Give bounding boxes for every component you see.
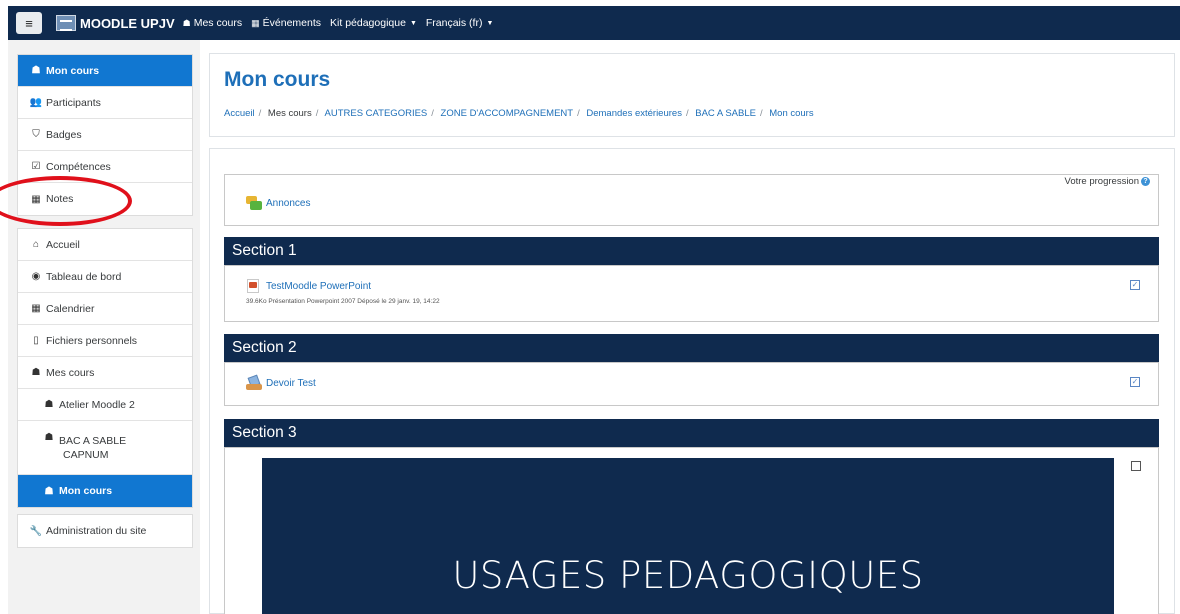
breadcrumb-zone-accompagnement[interactable]: ZONE D'ACCOMPAGNEMENT	[441, 108, 574, 119]
question-circle-icon[interactable]: ?	[1141, 177, 1150, 186]
nav-mes-cours[interactable]: ☗ Mes cours	[183, 17, 243, 29]
activity-annonces[interactable]: Annonces	[246, 196, 310, 210]
breadcrumb-accueil[interactable]: Accueil	[224, 108, 255, 119]
language-dropdown[interactable]: Français (fr) ▼	[426, 17, 494, 29]
drawer-item-badges[interactable]: ⛉ Badges	[18, 119, 192, 151]
course-nav-group: ☗ Mon cours 👥 Participants ⛉ Badges ☑ Co…	[17, 54, 193, 216]
graduation-cap-icon: ☗	[44, 432, 54, 443]
drawer-item-mon-cours-current[interactable]: ☗ Mon cours	[18, 475, 192, 507]
drawer-item-mes-cours[interactable]: ☗ Mes cours	[18, 357, 192, 389]
nav-evenements[interactable]: ▦ Événements	[251, 17, 321, 29]
drawer-item-fichiers-personnels[interactable]: ▯ Fichiers personnels	[18, 325, 192, 357]
section-1-header: Section 1	[224, 237, 1159, 265]
admin-group: 🔧 Administration du site	[17, 514, 193, 548]
breadcrumb-demandes-exterieures[interactable]: Demandes extérieures	[586, 108, 682, 119]
caret-down-icon: ▼	[486, 19, 494, 27]
breadcrumb: Accueil / Mes cours / AUTRES CATEGORIES / Z…	[224, 108, 814, 119]
course-intro-box	[224, 174, 1159, 226]
drawer-item-accueil[interactable]: ⌂ Accueil	[18, 229, 192, 261]
graduation-cap-icon: ☗	[182, 17, 191, 28]
graduation-cap-icon: ☗	[44, 399, 54, 410]
drawer-item-tableau-de-bord[interactable]: ◉ Tableau de bord	[18, 261, 192, 293]
progress-label: Votre progression ?	[1065, 176, 1150, 187]
section-1-content	[224, 265, 1159, 322]
caret-down-icon: ▼	[409, 19, 417, 27]
breadcrumb-mon-cours[interactable]: Mon cours	[769, 108, 813, 119]
banner-text: USAGES PEDAGOGIQUES	[452, 554, 924, 597]
graduation-cap-icon: ☗	[31, 65, 41, 76]
dashboard-icon: ◉	[31, 271, 41, 282]
check-square-icon: ☑	[31, 161, 41, 172]
assignment-icon	[246, 374, 262, 390]
drawer-item-participants[interactable]: 👥 Participants	[18, 87, 192, 119]
wrench-icon: 🔧	[29, 525, 43, 537]
menu-toggle-button[interactable]: ≡	[16, 12, 42, 34]
table-icon: ▦	[31, 193, 41, 205]
section-3-header: Section 3	[224, 419, 1159, 447]
activity-devoir-test[interactable]: Devoir Test	[246, 374, 316, 390]
drawer-item-atelier-moodle-2[interactable]: ☗ Atelier Moodle 2	[18, 389, 192, 421]
powerpoint-file-icon	[246, 279, 262, 293]
drawer-item-administration[interactable]: 🔧 Administration du site	[18, 515, 192, 547]
nav-drawer: ☗ Mon cours 👥 Participants ⛉ Badges ☑ Co…	[8, 40, 200, 614]
logo-icon	[56, 15, 76, 31]
breadcrumb-mes-cours: Mes cours	[267, 108, 312, 119]
completion-checkbox-section-3[interactable]	[1131, 461, 1141, 471]
graduation-cap-icon: ☗	[44, 485, 54, 497]
file-icon: ▯	[33, 335, 39, 346]
section-2-header: Section 2	[224, 334, 1159, 362]
nav-kit-pedagogique-dropdown[interactable]: Kit pédagogique ▼	[330, 17, 417, 29]
breadcrumb-autres-categories[interactable]: AUTRES CATEGORIES	[325, 108, 428, 119]
users-icon: 👥	[29, 97, 43, 108]
page-header: Mon cours Accueil / Mes cours / AUTRES CAT…	[209, 53, 1175, 137]
forum-icon	[246, 196, 262, 210]
drawer-item-notes[interactable]: ▦ Notes	[18, 183, 192, 215]
section-2-content	[224, 362, 1159, 406]
calendar-icon: ▦	[31, 303, 41, 314]
drawer-item-mon-cours[interactable]: ☗ Mon cours	[18, 55, 192, 87]
page-title: Mon cours	[224, 68, 331, 91]
breadcrumb-bac-a-sable[interactable]: BAC A SABLE	[695, 108, 756, 119]
graduation-cap-icon: ☗	[31, 367, 41, 378]
activity-meta: 39.6Ko Présentation Powerpoint 2007 Dépo…	[246, 298, 440, 305]
brand-link[interactable]: MOODLE UPJV	[56, 15, 175, 31]
brand-name: MOODLE UPJV	[80, 15, 175, 31]
activity-testmoodle-powerpoint[interactable]: TestMoodle PowerPoint	[246, 279, 371, 293]
drawer-item-calendrier[interactable]: ▦ Calendrier	[18, 293, 192, 325]
hamburger-icon: ≡	[25, 15, 33, 31]
site-nav-group: ⌂ Accueil ◉ Tableau de bord ▦ Calendrier…	[17, 228, 193, 508]
completion-checkbox-section-1[interactable]: ✓	[1130, 280, 1140, 290]
section-3-banner-image: USAGES PEDAGOGIQUES	[262, 458, 1114, 614]
drawer-item-competences[interactable]: ☑ Compétences	[18, 151, 192, 183]
completion-checkbox-section-2[interactable]: ✓	[1130, 377, 1140, 387]
top-navbar: ≡ MOODLE UPJV ☗ Mes cours ▦ Événements K…	[8, 6, 1180, 40]
home-icon: ⌂	[32, 239, 40, 250]
drawer-item-bac-a-sable-capnum[interactable]: ☗ BAC A SABLE CAPNUM	[18, 421, 192, 475]
shield-icon: ⛉	[32, 129, 40, 140]
calendar-icon: ▦	[251, 17, 260, 28]
